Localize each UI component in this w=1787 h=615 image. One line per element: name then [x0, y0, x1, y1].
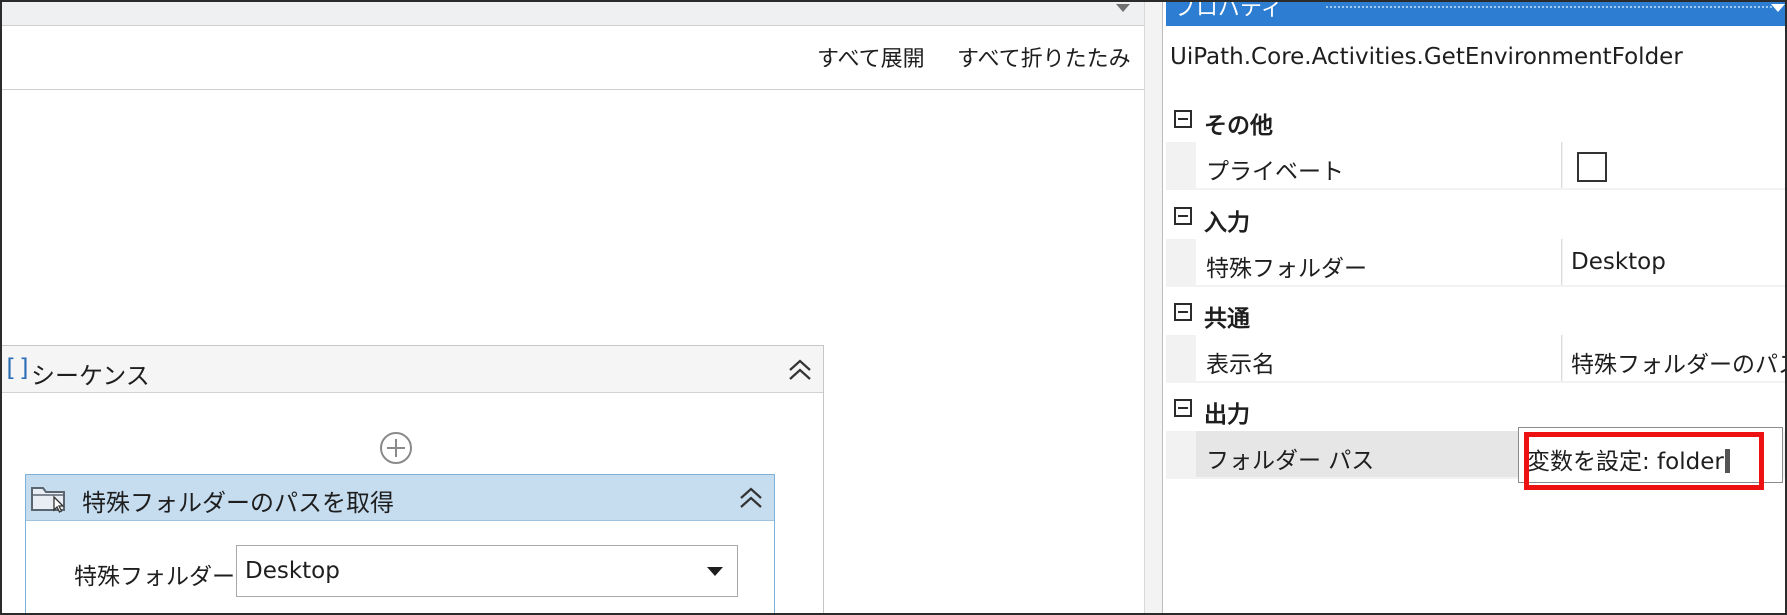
property-row-folder-path: フォルダー パス 変数を設定: folder	[1166, 427, 1785, 490]
property-row-special-folder: 特殊フォルダー Desktop	[1166, 239, 1785, 287]
category-other: その他	[1166, 98, 1785, 142]
property-row-private: プライベート	[1166, 142, 1785, 190]
designer-vertical-scrollbar[interactable]	[1144, 2, 1162, 613]
property-name-cell: プライベート	[1196, 142, 1562, 188]
folder-cursor-icon	[30, 483, 68, 513]
panel-divider	[1162, 2, 1163, 613]
sequence-icon: []	[3, 354, 32, 382]
activity-title: 特殊フォルダーのパスを取得	[82, 489, 394, 517]
folder-path-input-text[interactable]: 変数を設定: folder	[1527, 442, 1730, 476]
expand-all-button[interactable]: すべて展開	[817, 41, 925, 73]
property-row-display-name: 表示名 特殊フォルダーのパス	[1166, 335, 1787, 383]
workflow-designer: すべて展開 すべて折りたたみ [] シーケンス 特殊フォルダーのパスを取得 特殊…	[2, 2, 1162, 613]
category-label: 入力	[1204, 210, 1250, 236]
minus-box-icon[interactable]	[1174, 303, 1192, 321]
titlebar-grip	[1326, 6, 1776, 8]
property-name: 特殊フォルダー	[1206, 256, 1367, 282]
folder-path-editor[interactable]: 変数を設定: folder	[1518, 427, 1783, 483]
get-environment-folder-activity[interactable]: 特殊フォルダーのパスを取得 特殊フォルダー Desktop	[25, 474, 775, 613]
property-value-cell[interactable]: Desktop	[1563, 239, 1785, 285]
triangle-down-icon[interactable]	[707, 567, 723, 576]
property-name-cell: フォルダー パス	[1196, 431, 1562, 477]
minus-box-icon[interactable]	[1174, 399, 1192, 417]
property-name: フォルダー パス	[1206, 448, 1375, 474]
property-name: プライベート	[1206, 159, 1344, 185]
screenshot-frame: すべて展開 すべて折りたたみ [] シーケンス 特殊フォルダーのパスを取得 特殊…	[0, 0, 1787, 615]
category-input: 入力	[1166, 195, 1785, 239]
properties-titlebar[interactable]: プロパティ	[1166, 2, 1785, 26]
special-folder-label: 特殊フォルダー	[74, 564, 235, 590]
text-caret	[1724, 449, 1730, 473]
property-value-cell	[1563, 142, 1785, 188]
category-label: 共通	[1204, 306, 1250, 332]
property-value: 特殊フォルダーのパス	[1571, 352, 1787, 378]
double-chevron-up-icon[interactable]	[738, 485, 764, 511]
collapse-all-button[interactable]: すべて折りたたみ	[957, 41, 1131, 73]
minus-box-icon[interactable]	[1174, 110, 1192, 128]
property-name: 表示名	[1206, 352, 1275, 378]
sequence-header[interactable]: [] シーケンス	[2, 346, 823, 393]
activity-type-name: UiPath.Core.Activities.GetEnvironmentFol…	[1170, 44, 1683, 70]
double-chevron-up-icon[interactable]	[787, 357, 813, 383]
properties-panel-title: プロパティ	[1174, 2, 1283, 21]
minus-box-icon[interactable]	[1174, 207, 1192, 225]
activity-header[interactable]: 特殊フォルダーのパスを取得	[26, 475, 774, 521]
property-name-cell: 特殊フォルダー	[1196, 239, 1562, 285]
dropdown-arrow-icon[interactable]	[1116, 4, 1130, 12]
private-checkbox[interactable]	[1577, 152, 1607, 182]
plus-circle-icon[interactable]	[379, 431, 413, 465]
property-value-cell[interactable]: 特殊フォルダーのパス	[1563, 335, 1787, 381]
designer-top-strip	[2, 2, 1144, 26]
special-folder-selected-value: Desktop	[245, 558, 340, 584]
category-output: 出力	[1166, 387, 1785, 431]
designer-header: すべて展開 すべて折りたたみ	[2, 27, 1144, 90]
sequence-title: シーケンス	[31, 362, 150, 390]
special-folder-dropdown[interactable]: Desktop	[236, 545, 738, 597]
category-label: その他	[1204, 113, 1273, 139]
properties-panel: プロパティ UiPath.Core.Activities.GetEnvironm…	[1162, 2, 1787, 613]
panel-menu-arrow-icon[interactable]	[1771, 4, 1785, 12]
category-common: 共通	[1166, 291, 1785, 335]
sequence-activity[interactable]: [] シーケンス 特殊フォルダーのパスを取得 特殊フォルダー Desktop	[2, 345, 824, 613]
folder-path-value: 変数を設定: folder	[1527, 449, 1724, 475]
property-value: Desktop	[1571, 249, 1666, 275]
property-name-cell: 表示名	[1196, 335, 1562, 381]
category-label: 出力	[1204, 402, 1250, 428]
